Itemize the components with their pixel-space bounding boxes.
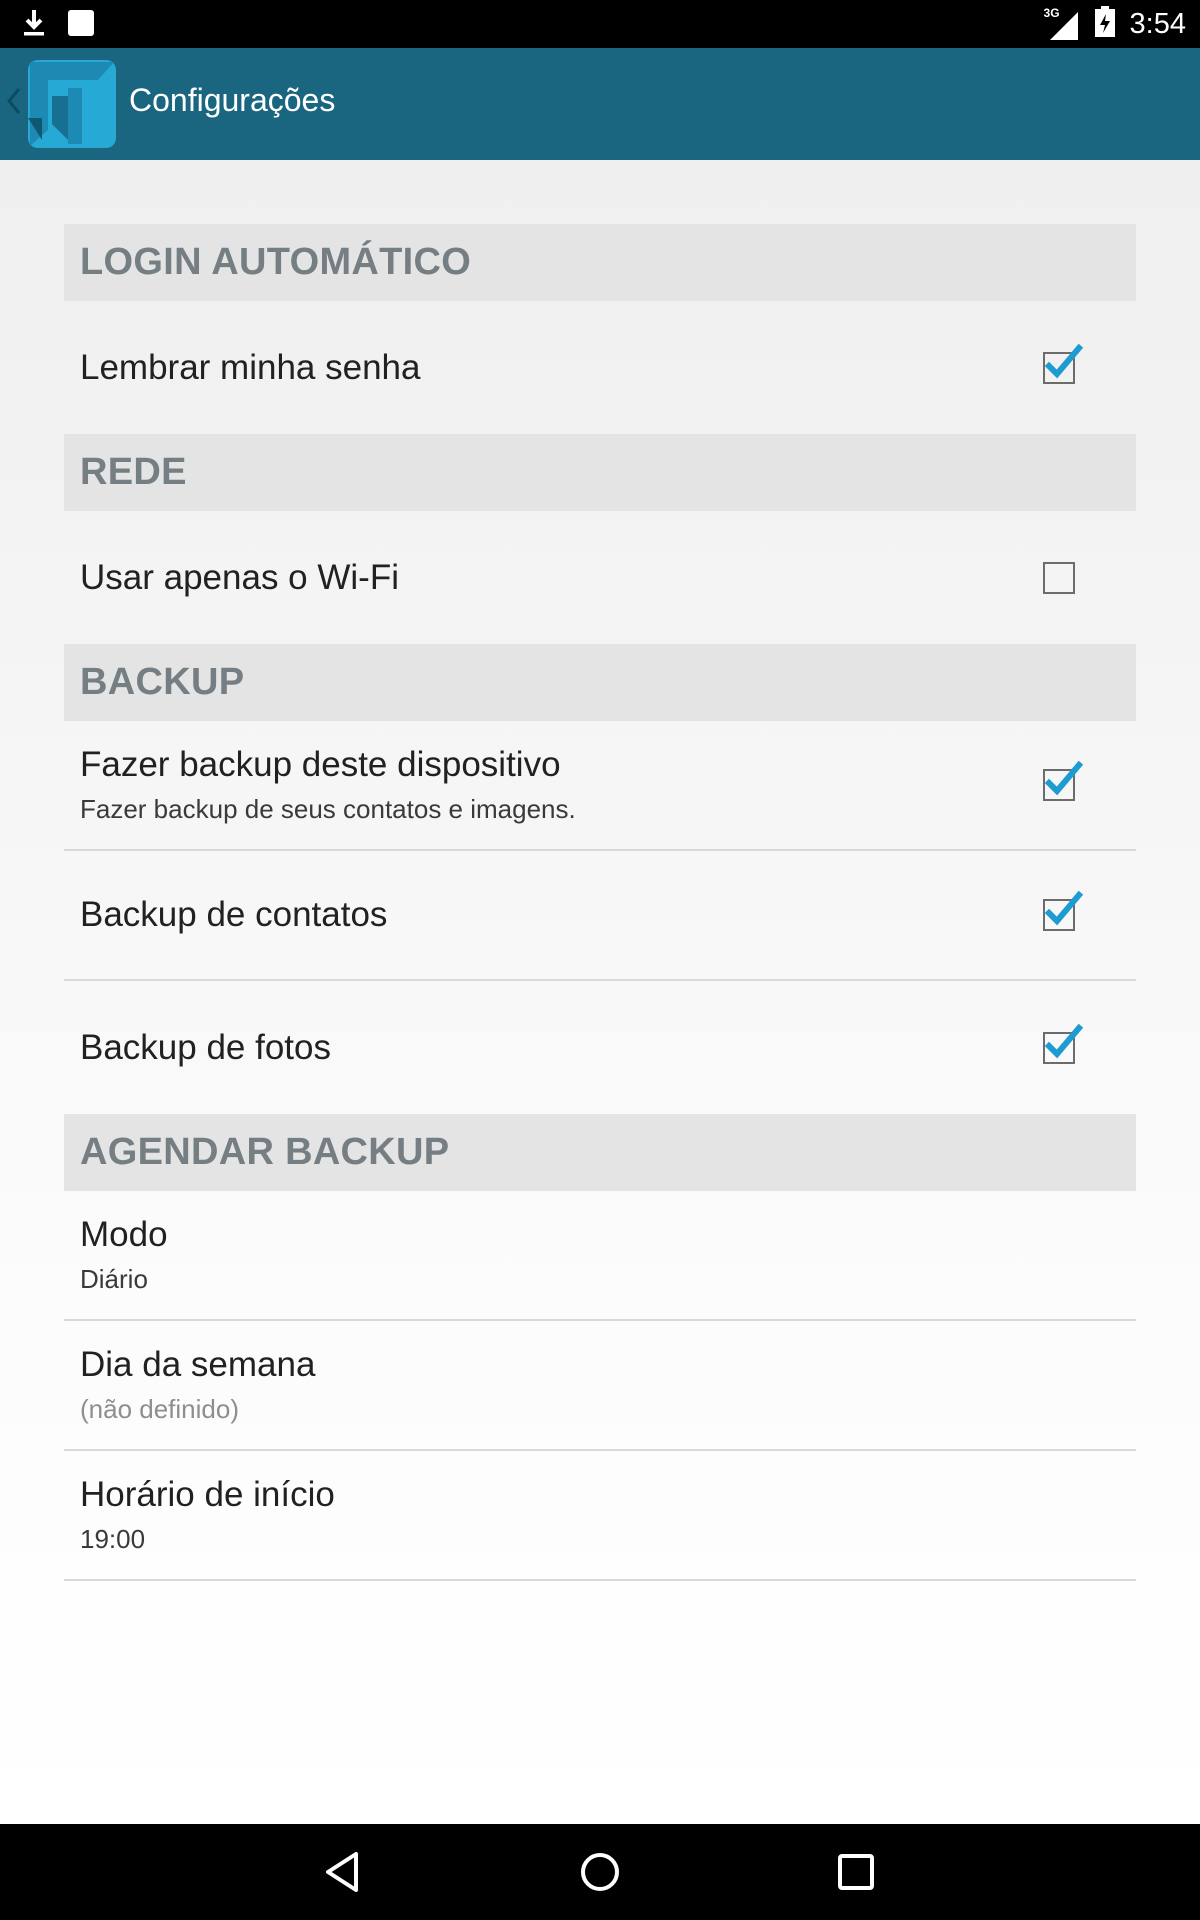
pref-title: Backup de contatos: [80, 895, 388, 934]
section-header-login: LOGIN AUTOMÁTICO: [64, 224, 1136, 301]
wifi-only-checkbox[interactable]: [1043, 561, 1075, 594]
pref-title: Backup de fotos: [80, 1027, 331, 1067]
network-type-label: 3G: [1043, 5, 1060, 20]
pref-photos-backup[interactable]: Backup de fotos: [64, 981, 1136, 1114]
section-header-schedule: AGENDAR BACKUP: [64, 1114, 1136, 1191]
device-backup-checkbox[interactable]: [1043, 760, 1083, 801]
pref-wifi-only[interactable]: Usar apenas o Wi-Fi: [64, 511, 1136, 644]
pref-mode[interactable]: Modo Diário: [64, 1191, 1136, 1321]
pref-contacts-backup[interactable]: Backup de contatos: [64, 851, 1136, 981]
signal-icon: 3G: [1043, 5, 1080, 42]
status-bar: 3G 3:54: [0, 0, 1200, 48]
download-icon: [22, 8, 46, 43]
pref-summary: Fazer backup de seus contatos e imagens.: [80, 794, 576, 824]
page-title: Configurações: [129, 82, 336, 118]
photos-backup-checkbox[interactable]: [1043, 1023, 1083, 1064]
pref-summary: 19:00: [80, 1524, 146, 1554]
recents-square-icon[interactable]: [830, 1846, 882, 1903]
app-bar: Configurações: [0, 48, 1200, 160]
clock: 3:54: [1129, 8, 1186, 40]
pref-title: Lembrar minha senha: [80, 347, 421, 387]
pref-start-time[interactable]: Horário de início 19:00: [64, 1451, 1136, 1581]
settings-content: LOGIN AUTOMÁTICO Lembrar minha senha RED…: [0, 160, 1200, 1824]
pref-summary: (não definido): [80, 1394, 239, 1424]
pref-title: Horário de início: [80, 1475, 335, 1514]
pref-title: Fazer backup deste dispositivo: [80, 745, 561, 784]
pref-device-backup[interactable]: Fazer backup deste dispositivo Fazer bac…: [64, 721, 1136, 851]
app-logo-icon[interactable]: [24, 56, 120, 157]
pref-title: Usar apenas o Wi-Fi: [80, 557, 399, 597]
pref-summary: Diário: [80, 1264, 148, 1294]
pref-title: Modo: [80, 1215, 168, 1254]
pref-weekday[interactable]: Dia da semana (não definido): [64, 1321, 1136, 1451]
section-header-network: REDE: [64, 434, 1136, 511]
battery-icon: [1094, 6, 1116, 43]
section-header-backup: BACKUP: [64, 644, 1136, 721]
notification-square-icon: [68, 10, 94, 41]
remember-password-checkbox[interactable]: [1043, 343, 1083, 384]
contacts-backup-checkbox[interactable]: [1043, 890, 1083, 931]
preferences-list: LOGIN AUTOMÁTICO Lembrar minha senha RED…: [64, 224, 1136, 1581]
pref-title: Dia da semana: [80, 1345, 316, 1384]
home-circle-icon[interactable]: [574, 1846, 626, 1903]
pref-remember-password[interactable]: Lembrar minha senha: [64, 301, 1136, 434]
chevron-left-icon[interactable]: [6, 86, 22, 121]
navigation-bar: [0, 1824, 1200, 1920]
back-triangle-icon[interactable]: [318, 1846, 370, 1903]
